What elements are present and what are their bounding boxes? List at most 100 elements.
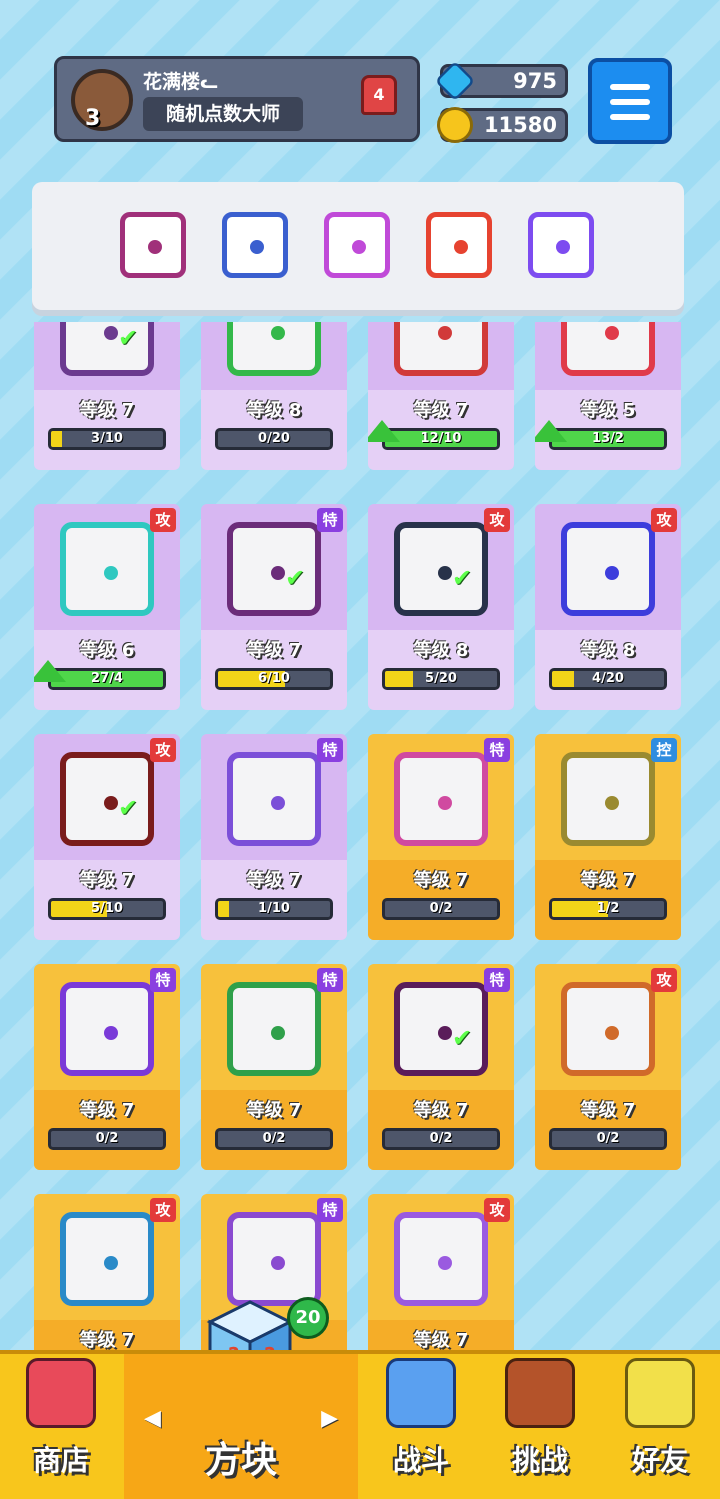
progress-text: 3/10 (91, 431, 123, 446)
dice-level: 等级 7 (413, 1100, 469, 1121)
dice-pip (104, 1256, 118, 1270)
dice-pip (438, 1256, 452, 1270)
arrow-dice-icon (352, 240, 366, 254)
gun-dice-icon (561, 982, 655, 1076)
dice-pip (438, 1026, 452, 1040)
dice-pip (104, 796, 118, 810)
dice-pip (271, 1026, 285, 1040)
dice-card[interactable]: 攻等级 8 4/20 (535, 504, 681, 710)
dice-level: 等级 8 (246, 400, 302, 421)
menu-button[interactable] (588, 58, 672, 144)
type-tag: 攻 (484, 508, 510, 532)
dice-level: 等级 5 (580, 400, 636, 421)
check-icon: ✔ (452, 564, 473, 592)
deck-slot-5[interactable] (528, 212, 594, 278)
player-level: 3 (85, 106, 101, 131)
dice-card[interactable]: 攻等级 7 0/2 (535, 964, 681, 1170)
upgrade-progress-bar: 0/2 (382, 1128, 500, 1150)
gem-icon (434, 60, 476, 102)
dice-card[interactable]: 攻等级 7 (34, 1194, 180, 1350)
type-tag: 攻 (150, 738, 176, 762)
mixed-dice-icon (60, 322, 154, 376)
dice-card[interactable]: 等级 5 13/2 (535, 322, 681, 470)
rank-badge[interactable]: 4 (361, 75, 397, 115)
nav-friends[interactable]: 好友 (600, 1354, 720, 1499)
progress-text: 0/2 (95, 1131, 119, 1146)
progress-text: 6/10 (258, 671, 290, 686)
nav-challenge[interactable]: 挑战 (480, 1354, 600, 1499)
upgrade-progress-bar: 0/2 (215, 1128, 333, 1150)
dice-level: 等级 7 (580, 870, 636, 891)
dice-pip (271, 1256, 285, 1270)
progress-text: 5/20 (425, 671, 457, 686)
nav-battle[interactable]: 战斗 (360, 1354, 482, 1499)
player-title: 随机点数大师 (143, 97, 303, 131)
type-tag: 特 (317, 1198, 343, 1222)
dice-pip (605, 566, 619, 580)
deck-slot-2[interactable] (222, 212, 288, 278)
dice-card[interactable]: 特等级 7 0/2 (34, 964, 180, 1170)
leaf-dice-icon (227, 322, 321, 376)
nav-dice[interactable]: ◀ ▶ 方块 (124, 1354, 358, 1499)
deck-slot-4[interactable] (426, 212, 492, 278)
upgrade-arrow-icon[interactable] (368, 420, 400, 442)
dice-card[interactable]: 控等级 7 1/2 (535, 734, 681, 940)
dice-count-badge: 20 (287, 1297, 329, 1339)
progress-text: 27/4 (91, 671, 123, 686)
deck-slot-3[interactable] (324, 212, 390, 278)
dice-card[interactable]: 等级 8 0/20 (201, 322, 347, 470)
dice-pip (104, 1026, 118, 1040)
friends-icon (625, 1358, 695, 1428)
dice-card[interactable]: ✔ 特等级 7 0/2 (368, 964, 514, 1170)
crit-dice-icon (561, 322, 655, 376)
check-icon: ✔ (452, 1024, 473, 1052)
dice-card[interactable]: 攻等级 6 27/4 (34, 504, 180, 710)
fire-dice-icon (454, 240, 468, 254)
dice-pip (605, 326, 619, 340)
dice-card[interactable]: 等级 7 12/10 (368, 322, 514, 470)
electric-dice-icon (227, 752, 321, 846)
dice-level: 等级 7 (79, 870, 135, 891)
dice-card[interactable]: ✔ 攻等级 8 5/20 (368, 504, 514, 710)
dice-level: 等级 7 (246, 640, 302, 661)
avatar[interactable]: 3 (71, 69, 133, 131)
rainbow-dice-icon (556, 240, 570, 254)
nav-shop-label: 商店 (32, 1444, 89, 1477)
deck-slot-1[interactable] (120, 212, 186, 278)
progress-text: 0/2 (429, 1131, 453, 1146)
dice-pip (271, 566, 285, 580)
gold-counter[interactable]: 11580 (437, 107, 568, 143)
dice-card[interactable]: ✔ 特等级 7 6/10 (201, 504, 347, 710)
iron-dice-icon (561, 522, 655, 616)
type-tag: 特 (317, 968, 343, 992)
dice-pip (271, 796, 285, 810)
progress-text: 1/2 (596, 901, 620, 916)
upgrade-arrow-icon[interactable] (34, 660, 66, 682)
dice-card[interactable]: 特等级 7 1/10 (201, 734, 347, 940)
player-profile[interactable]: 3 花满楼ᓚ 随机点数大师 4 (54, 56, 420, 142)
type-tag: 特 (317, 738, 343, 762)
dice-pip (104, 326, 118, 340)
progress-text: 12/10 (420, 431, 462, 446)
upgrade-arrow-icon[interactable] (535, 420, 567, 442)
dice-card[interactable]: 特等级 7 0/2 (201, 964, 347, 1170)
type-tag: 特 (317, 508, 343, 532)
dice-card[interactable]: ✔ 等级 7 3/10 (34, 322, 180, 470)
progress-text: 1/10 (258, 901, 290, 916)
type-tag: 特 (484, 738, 510, 762)
prev-arrow-icon[interactable]: ◀ (144, 1406, 161, 1431)
dice-card[interactable]: 攻等级 7 (368, 1194, 514, 1350)
dice-level: 等级 7 (79, 1100, 135, 1121)
dice-pip (438, 326, 452, 340)
progress-text: 0/2 (596, 1131, 620, 1146)
type-tag: 攻 (150, 1198, 176, 1222)
dice-card[interactable]: ✔ 攻等级 7 5/10 (34, 734, 180, 940)
dice-pip (271, 326, 285, 340)
nav-friends-label: 好友 (631, 1444, 688, 1477)
gem-counter[interactable]: 975 (434, 60, 568, 102)
nav-shop[interactable]: 商店 (0, 1354, 122, 1499)
gem-amount: 975 (513, 69, 557, 93)
dice-card[interactable]: 特等级 7 0/2 (368, 734, 514, 940)
upgrade-progress-bar: 3/10 (48, 428, 166, 450)
next-arrow-icon[interactable]: ▶ (321, 1406, 338, 1431)
